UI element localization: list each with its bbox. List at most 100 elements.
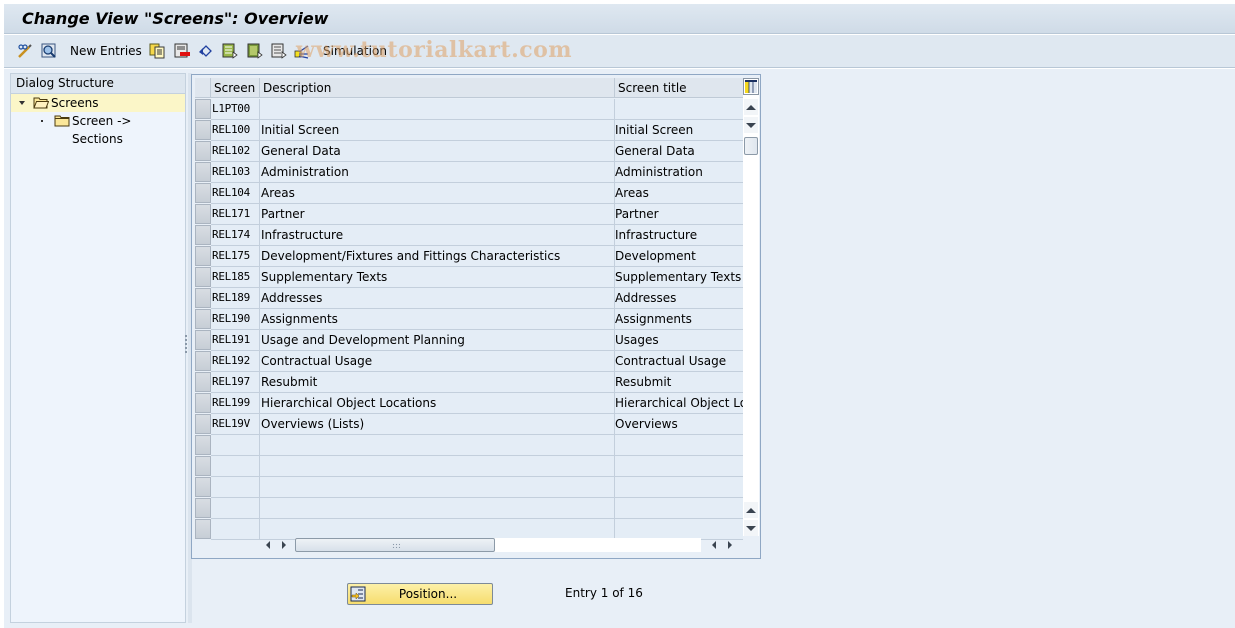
table-row[interactable]: REL199 Hierarchical Object Locations Hiera… bbox=[211, 393, 743, 414]
position-button[interactable]: Position... bbox=[347, 583, 493, 605]
row-selector-column bbox=[195, 99, 211, 540]
table-row[interactable]: REL175 Development/Fixtures and Fittings … bbox=[211, 246, 743, 267]
table-row[interactable]: REL102 General Data General Data bbox=[211, 141, 743, 162]
table-row[interactable]: REL189 Addresses Addresses bbox=[211, 288, 743, 309]
cell-description: Overviews (Lists) bbox=[259, 414, 613, 434]
row-selector[interactable] bbox=[195, 372, 211, 392]
cell-screen: REL103 bbox=[212, 165, 250, 178]
row-selector[interactable] bbox=[195, 498, 211, 518]
cell-screen: REL174 bbox=[212, 228, 250, 241]
row-selector[interactable] bbox=[195, 183, 211, 203]
scroll-right-end-button[interactable] bbox=[723, 537, 737, 553]
new-entries-button[interactable]: New Entries bbox=[70, 41, 142, 61]
row-selector[interactable] bbox=[195, 309, 211, 329]
table-row[interactable] bbox=[211, 477, 743, 498]
undo-change-button[interactable] bbox=[198, 41, 214, 61]
simulation-button[interactable]: Simulation bbox=[323, 41, 387, 61]
cell-screen-title: Overviews bbox=[614, 414, 743, 434]
table-row[interactable]: REL103 Administration Administration bbox=[211, 162, 743, 183]
select-block-button[interactable] bbox=[247, 41, 263, 61]
row-selector[interactable] bbox=[195, 141, 211, 161]
tree-node-screens[interactable]: Screens bbox=[11, 94, 185, 112]
row-selector[interactable] bbox=[195, 246, 211, 266]
cell-description: Addresses bbox=[259, 288, 613, 308]
row-selector[interactable] bbox=[195, 225, 211, 245]
row-selector[interactable] bbox=[195, 267, 211, 287]
table-row[interactable]: REL174 Infrastructure Infrastructure bbox=[211, 225, 743, 246]
cell-screen: REL191 bbox=[212, 333, 250, 346]
row-selector[interactable] bbox=[195, 288, 211, 308]
table-row[interactable]: REL190 Assignments Assignments bbox=[211, 309, 743, 330]
arrow-down-icon bbox=[746, 122, 756, 128]
cell-description: Supplementary Texts bbox=[259, 267, 613, 287]
splitter-grip-icon[interactable] bbox=[185, 335, 188, 355]
row-selector[interactable] bbox=[195, 393, 211, 413]
table-row[interactable]: REL192 Contractual Usage Contractual Usage bbox=[211, 351, 743, 372]
cell-description: Resubmit bbox=[259, 372, 613, 392]
column-header-screen-title[interactable]: Screen title bbox=[615, 78, 743, 98]
table-row[interactable] bbox=[211, 498, 743, 519]
column-settings-button[interactable] bbox=[743, 78, 759, 95]
tree-node-label: Screens bbox=[51, 96, 99, 110]
deselect-all-button[interactable] bbox=[271, 41, 287, 61]
cell-screen-title: Usages bbox=[614, 330, 743, 350]
leaf-bullet-icon bbox=[41, 120, 43, 122]
scroll-right-button[interactable] bbox=[277, 537, 291, 553]
row-selector[interactable] bbox=[195, 477, 211, 497]
scroll-left-end-button[interactable] bbox=[707, 537, 721, 553]
row-selector[interactable] bbox=[195, 162, 211, 182]
scroll-left-button[interactable] bbox=[261, 537, 275, 553]
tree-node-screen-sections[interactable]: Screen -> Sections bbox=[11, 112, 185, 146]
cell-description: Partner bbox=[259, 204, 613, 224]
horizontal-scroll-thumb[interactable] bbox=[295, 538, 495, 552]
column-header-screen[interactable]: Screen bbox=[211, 78, 260, 98]
screens-table: Screen Description Screen title L1PT00 RE… bbox=[191, 74, 761, 559]
horizontal-scroll-track[interactable] bbox=[295, 538, 701, 552]
arrow-right-icon bbox=[282, 541, 286, 549]
delete-button[interactable] bbox=[174, 41, 190, 61]
display-change-button[interactable] bbox=[17, 41, 33, 61]
scroll-up-button[interactable] bbox=[744, 99, 758, 115]
cell-screen-title: Contractual Usage bbox=[614, 351, 743, 371]
table-row[interactable]: REL100 Initial Screen Initial Screen bbox=[211, 120, 743, 141]
vertical-scrollbar[interactable] bbox=[743, 78, 759, 536]
scroll-down-bottom-button[interactable] bbox=[744, 520, 758, 536]
row-selector[interactable] bbox=[195, 414, 211, 434]
column-header-description[interactable]: Description bbox=[260, 78, 615, 98]
delete-icon bbox=[174, 43, 190, 59]
transport-button[interactable] bbox=[294, 41, 310, 61]
table-row[interactable]: REL185 Supplementary Texts Supplementary T… bbox=[211, 267, 743, 288]
table-row[interactable]: REL19V Overviews (Lists) Overviews bbox=[211, 414, 743, 435]
select-all-button[interactable] bbox=[222, 41, 238, 61]
expand-triangle-icon[interactable] bbox=[19, 101, 25, 105]
row-selector[interactable] bbox=[195, 204, 211, 224]
table-row[interactable] bbox=[211, 456, 743, 477]
arrow-left-icon bbox=[266, 541, 270, 549]
table-row[interactable]: REL191 Usage and Development Planning Usag… bbox=[211, 330, 743, 351]
table-row[interactable]: REL104 Areas Areas bbox=[211, 183, 743, 204]
horizontal-scrollbar[interactable] bbox=[257, 537, 743, 553]
cell-screen: REL102 bbox=[212, 144, 250, 157]
cell-screen bbox=[212, 519, 258, 539]
table-row[interactable]: REL171 Partner Partner bbox=[211, 204, 743, 225]
table-row[interactable]: REL197 Resubmit Resubmit bbox=[211, 372, 743, 393]
scroll-down-button[interactable] bbox=[744, 117, 758, 133]
cell-screen-title: Supplementary Texts bbox=[614, 267, 743, 287]
row-selector[interactable] bbox=[195, 456, 211, 476]
select-all-icon bbox=[222, 43, 238, 59]
row-selector[interactable] bbox=[195, 330, 211, 350]
row-selector[interactable] bbox=[195, 435, 211, 455]
scroll-up-bottom-button[interactable] bbox=[744, 502, 758, 518]
row-selector[interactable] bbox=[195, 120, 211, 140]
row-selector[interactable] bbox=[195, 519, 211, 539]
select-all-rows-button[interactable] bbox=[195, 78, 211, 98]
table-row[interactable] bbox=[211, 435, 743, 456]
title-bar: Change View "Screens": Overview bbox=[4, 4, 1235, 34]
table-row[interactable]: L1PT00 bbox=[211, 99, 743, 120]
row-selector[interactable] bbox=[195, 351, 211, 371]
details-button[interactable] bbox=[41, 41, 57, 61]
cell-description bbox=[259, 456, 613, 476]
vertical-scroll-thumb[interactable] bbox=[744, 137, 758, 155]
copy-as-button[interactable] bbox=[149, 41, 165, 61]
row-selector[interactable] bbox=[195, 99, 211, 119]
